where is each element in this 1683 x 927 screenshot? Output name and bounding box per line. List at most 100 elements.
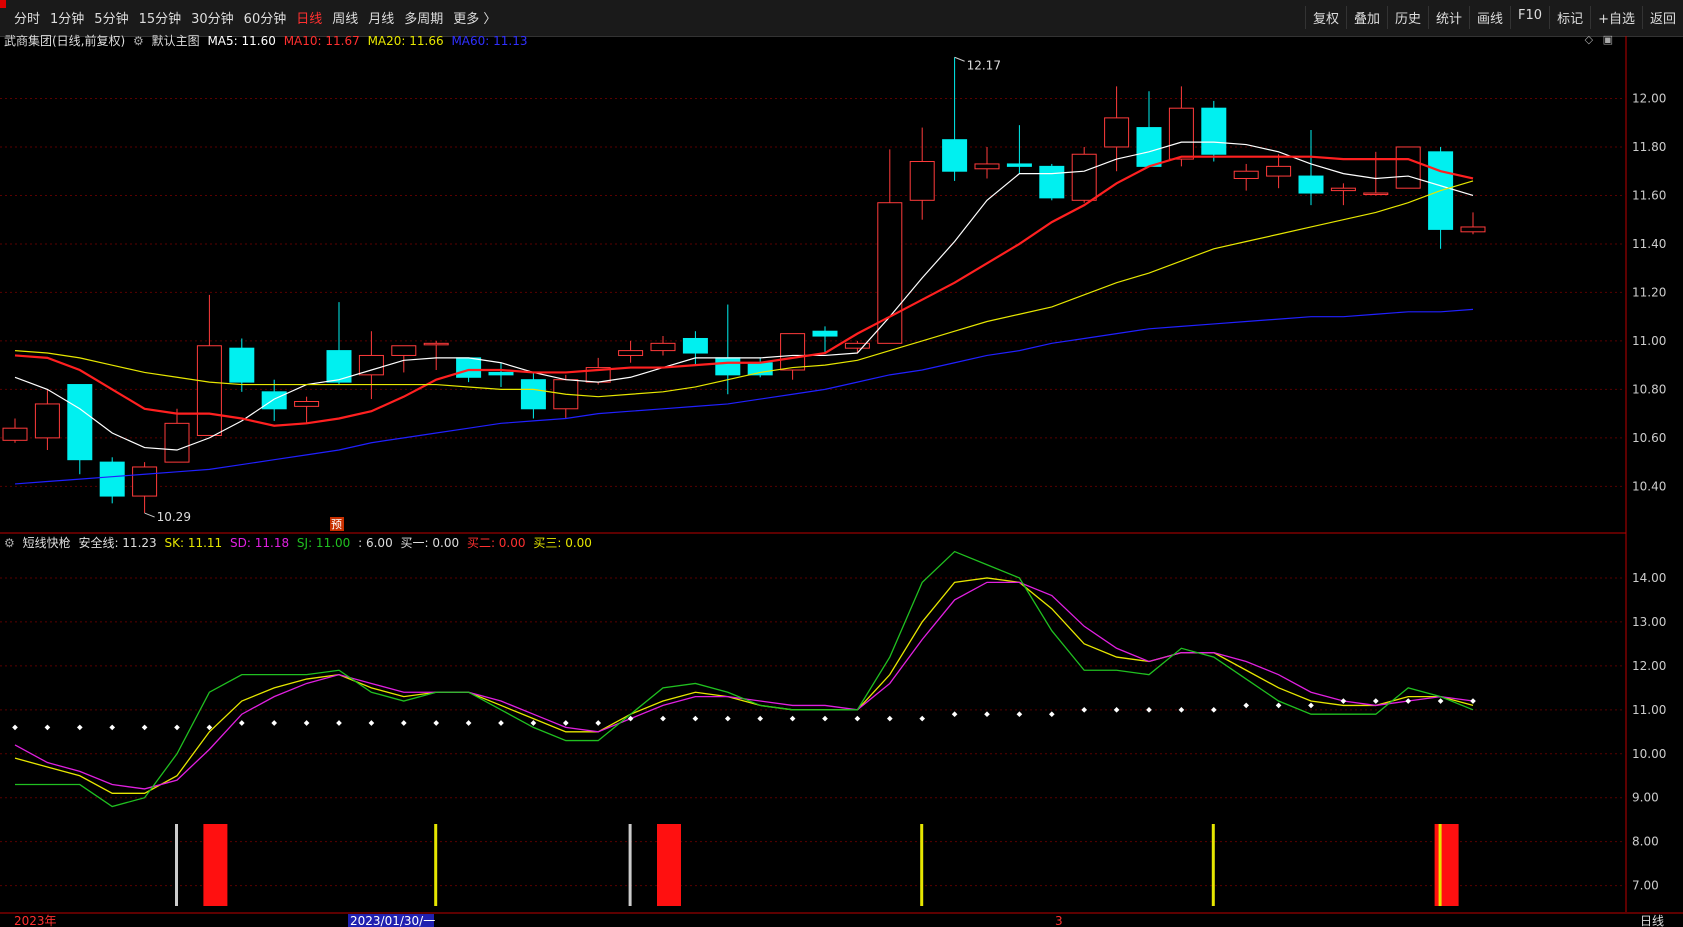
period-tab-4[interactable]: 30分钟 — [191, 8, 234, 27]
safe-line-dot — [919, 715, 926, 722]
candle-body — [488, 371, 514, 376]
candle-body — [358, 354, 384, 376]
price-tick-label: 12.00 — [1632, 91, 1666, 105]
candle — [942, 57, 968, 181]
chart-canvas[interactable]: 10.40 10.60 10.80 11.00 11.20 11.40 11.60 11.80… — [0, 0, 1683, 927]
low-marker-line — [144, 512, 155, 518]
candle — [1071, 146, 1097, 203]
period-tab-2[interactable]: 5分钟 — [94, 8, 128, 27]
candle-body — [196, 345, 222, 436]
ma5-value: MA5: 11.60 — [207, 34, 276, 48]
candle-body — [585, 367, 611, 383]
indicator-tick-label: 13.00 — [1632, 615, 1666, 629]
candle — [877, 149, 903, 344]
candle — [229, 338, 255, 392]
safe-line-dot — [660, 715, 666, 722]
period-tab-10[interactable]: 更多 〉 — [453, 8, 496, 27]
candle-body — [1233, 170, 1259, 179]
indicator-tick-label: 10.00 — [1632, 747, 1666, 761]
tool-button-6[interactable]: 标记 — [1549, 6, 1590, 29]
candle — [196, 294, 222, 436]
candle — [1006, 125, 1032, 174]
buy3-value: 买三: 0.00 — [533, 536, 592, 550]
safe-line-dot — [1243, 702, 1250, 709]
tool-button-1[interactable]: 叠加 — [1345, 6, 1387, 29]
safe-line-dot — [1372, 698, 1379, 704]
candle-body — [747, 362, 773, 376]
candle — [1168, 86, 1194, 167]
time-axis-mid-label: 3 — [1055, 914, 1063, 927]
tool-button-3[interactable]: 统计 — [1428, 6, 1469, 29]
ma-line-MA10 — [14, 155, 1474, 427]
safe-line-dot — [1340, 698, 1347, 704]
settings-icon[interactable]: ⚙ — [4, 536, 15, 550]
candle — [2, 418, 28, 443]
period-tabs: 分时 1分钟 5分钟 15分钟 30分钟 60分钟 日线 周线 月线 多周期 更多 〉 — [14, 8, 496, 27]
candle — [1363, 151, 1389, 196]
period-tab-7[interactable]: 周线 — [332, 8, 358, 27]
safe-line-dot — [984, 711, 990, 718]
chart-name[interactable]: 默认主图 — [152, 34, 200, 48]
candle — [326, 302, 352, 385]
period-tab-1[interactable]: 1分钟 — [50, 8, 84, 27]
candle — [650, 336, 676, 356]
candle-body — [1071, 153, 1097, 201]
tool-button-5[interactable]: F10 — [1510, 6, 1549, 29]
signal-bar — [434, 824, 438, 906]
candle — [294, 396, 320, 424]
candle-body — [877, 202, 903, 344]
indicator-name[interactable]: 短线快枪 — [23, 536, 71, 550]
candle — [1201, 100, 1227, 162]
safe-line-dot — [271, 720, 278, 726]
period-tab-3[interactable]: 15分钟 — [139, 8, 182, 27]
candle — [261, 379, 287, 421]
candle-body — [132, 466, 158, 497]
candle-body — [2, 427, 28, 441]
restore-icon[interactable]: ▣ — [1603, 33, 1613, 46]
period-tab-8[interactable]: 月线 — [368, 8, 394, 27]
price-tick-label: 11.60 — [1632, 188, 1666, 202]
candle — [1395, 146, 1421, 189]
period-tab-6[interactable]: 日线 — [296, 8, 322, 27]
ma60-value: MA60: 11.13 — [451, 34, 528, 48]
safe-line-dot — [1210, 706, 1217, 713]
signal-bar — [1434, 824, 1459, 906]
tool-button-8[interactable]: 返回 — [1641, 6, 1683, 29]
candle-body — [294, 401, 320, 407]
signal-bar — [657, 824, 681, 906]
tool-button-7[interactable]: +自选 — [1590, 6, 1642, 29]
tool-button-4[interactable]: 画线 — [1469, 6, 1510, 29]
safe-line-dot — [1113, 706, 1120, 713]
tool-button-0[interactable]: 复权 — [1304, 6, 1346, 29]
candle-body — [715, 357, 741, 376]
period-tab-0[interactable]: 分时 — [14, 8, 40, 27]
candle-body — [34, 403, 60, 439]
candle — [553, 374, 579, 419]
candle-body — [229, 347, 255, 383]
candle — [1428, 146, 1454, 249]
diamond-icon[interactable]: ◇ — [1585, 33, 1593, 46]
candle-body — [942, 139, 968, 172]
safe-line-dot — [465, 720, 472, 726]
stock-title[interactable]: 武商集团(日线,前复权) — [4, 34, 125, 48]
safe-line-dot — [303, 720, 310, 726]
buy2-value: 买二: 0.00 — [466, 536, 526, 550]
candle — [488, 362, 514, 387]
high-price-label: 12.17 — [967, 58, 1001, 72]
safe-line-dot — [1178, 706, 1185, 713]
period-tab-5[interactable]: 60分钟 — [244, 8, 287, 27]
signal-bar — [628, 824, 632, 906]
main-chart-header: 武商集团(日线,前复权) ⚙ 默认主图 MA5: 11.60 MA10: 11.… — [4, 32, 532, 48]
signal-bar — [1438, 824, 1442, 906]
indicator-tick-label: 11.00 — [1632, 703, 1666, 717]
tool-button-2[interactable]: 历史 — [1386, 6, 1428, 29]
indicator-line-SK — [14, 577, 1474, 794]
safe-line-dot — [562, 720, 569, 726]
candle-body — [1006, 163, 1032, 167]
period-tab-9[interactable]: 多周期 — [404, 8, 443, 27]
settings-icon[interactable]: ⚙ — [133, 34, 144, 48]
candle-body — [1428, 151, 1454, 230]
indicator-tick-label: 12.00 — [1632, 659, 1666, 673]
candle — [844, 340, 870, 354]
candle-body — [520, 379, 546, 410]
